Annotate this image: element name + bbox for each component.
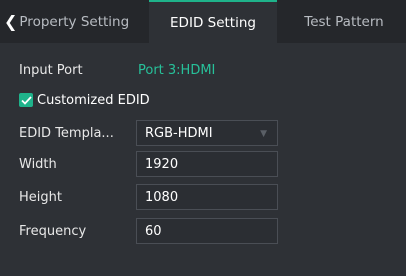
- input-port-value: Port 3:HDMI: [138, 62, 216, 78]
- tab-bar: ❮ Property Setting EDID Setting Test Pat…: [0, 0, 406, 43]
- tab-property-setting-label: Property Setting: [19, 13, 130, 30]
- tab-test-pattern-label: Test Pattern: [304, 13, 384, 30]
- width-value: 1920: [145, 156, 179, 172]
- customized-edid-label: Customized EDID: [37, 92, 150, 108]
- width-input[interactable]: 1920: [136, 151, 278, 177]
- height-label: Height: [19, 189, 62, 205]
- edid-template-value: RGB-HDMI: [145, 125, 213, 141]
- frequency-value: 60: [145, 223, 162, 239]
- edid-template-select[interactable]: RGB-HDMI ▼: [136, 120, 278, 146]
- checkmark-icon: [20, 95, 32, 105]
- customized-edid-checkbox-row[interactable]: Customized EDID: [19, 90, 150, 110]
- height-value: 1080: [145, 189, 179, 205]
- frequency-row: Frequency 60: [0, 218, 406, 244]
- dropdown-arrow-icon: ▼: [260, 129, 267, 139]
- edid-settings-panel: Input Port Port 3:HDMI Customized EDID E…: [0, 43, 406, 276]
- input-port-row: Input Port Port 3:HDMI: [0, 57, 406, 83]
- customized-edid-checkbox[interactable]: [19, 93, 33, 107]
- tab-edid-setting-label: EDID Setting: [170, 14, 256, 31]
- tab-test-pattern[interactable]: Test Pattern: [282, 0, 406, 43]
- input-port-label: Input Port: [19, 62, 83, 78]
- edid-template-label: EDID Templa...: [19, 125, 114, 141]
- width-row: Width 1920: [0, 151, 406, 177]
- tab-property-setting[interactable]: ❮ Property Setting: [4, 0, 146, 43]
- frequency-input[interactable]: 60: [136, 218, 278, 244]
- height-input[interactable]: 1080: [136, 184, 278, 210]
- tab-edid-setting[interactable]: EDID Setting: [149, 0, 277, 43]
- height-row: Height 1080: [0, 184, 406, 210]
- width-label: Width: [19, 156, 57, 172]
- frequency-label: Frequency: [19, 223, 87, 239]
- edid-template-row: EDID Templa... RGB-HDMI ▼: [0, 120, 406, 146]
- chevron-left-icon[interactable]: ❮: [4, 13, 17, 30]
